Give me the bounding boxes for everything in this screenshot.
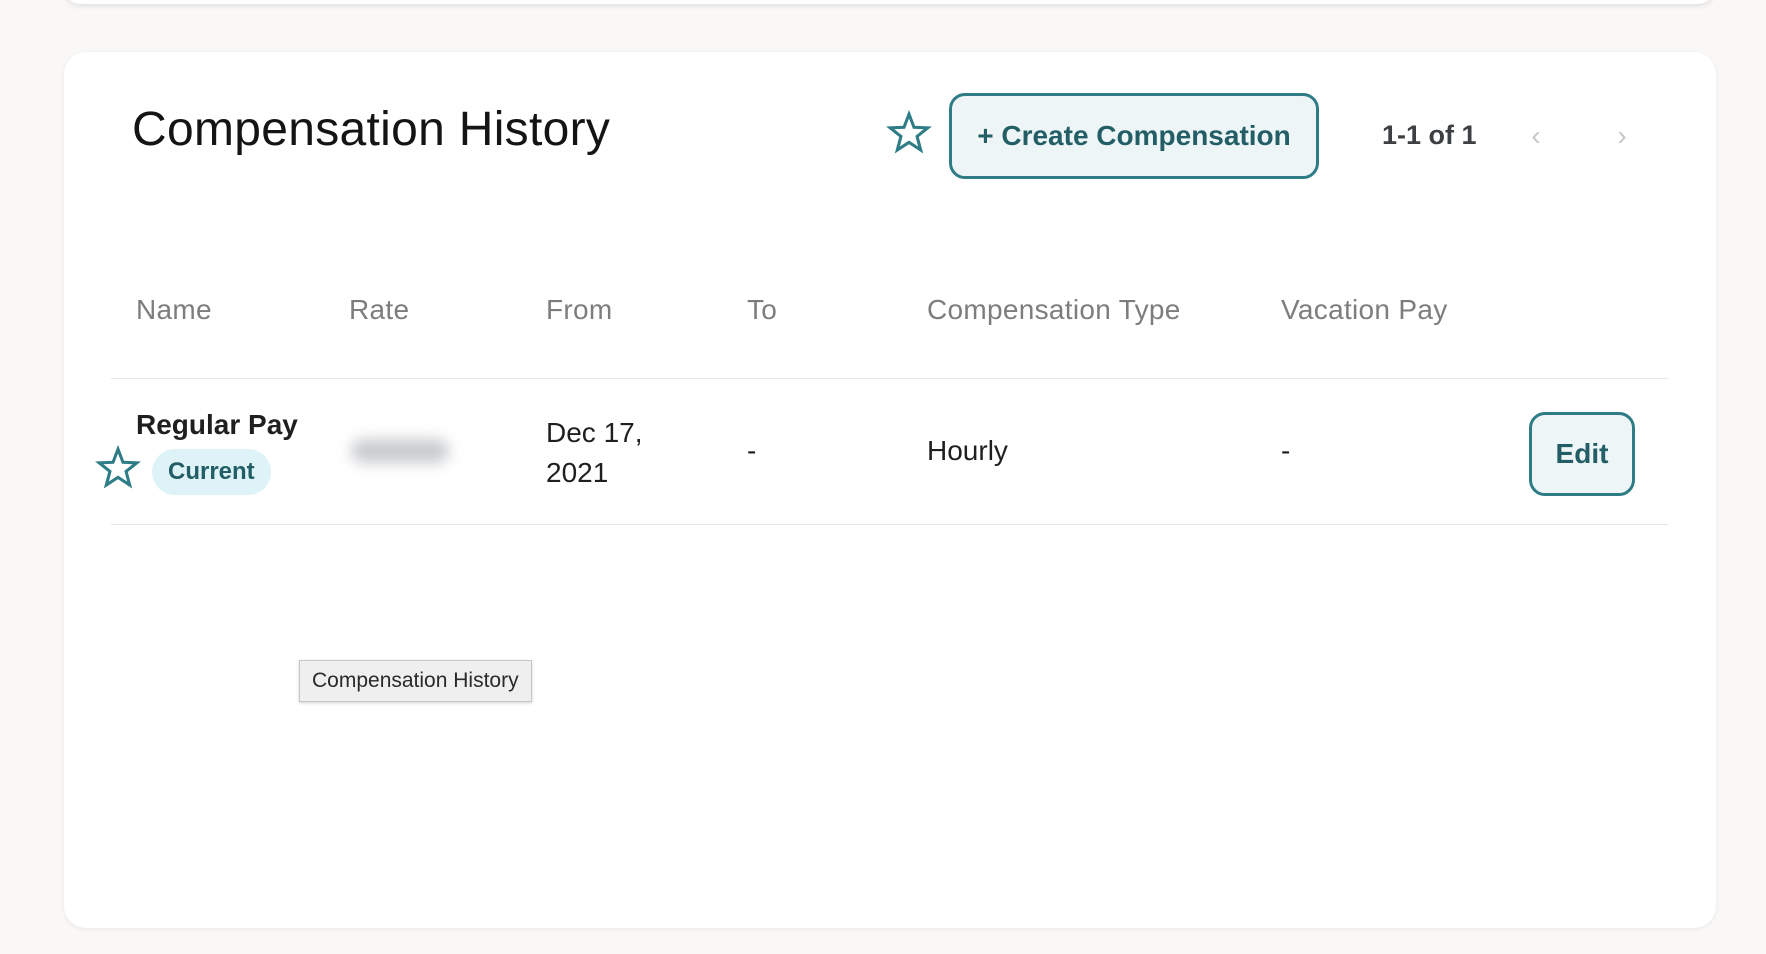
table-row: Regular Pay Current Dec 17, 2021 - Hourl… — [95, 379, 1668, 525]
column-header-from: From — [546, 294, 613, 325]
tooltip: Compensation History — [299, 660, 532, 702]
column-header-rate: Rate — [349, 294, 410, 325]
column-header-compensation-type: Compensation Type — [927, 294, 1181, 325]
column-header-name: Name — [136, 294, 212, 325]
column-header-to: To — [747, 294, 778, 325]
compensation-type: Hourly — [927, 435, 1008, 466]
current-status-badge: Current — [152, 449, 271, 495]
previous-card — [64, 0, 1714, 4]
chevron-left-icon[interactable]: ‹ — [1521, 118, 1551, 154]
create-compensation-button[interactable]: + Create Compensation — [949, 93, 1319, 179]
star-outline-icon — [886, 110, 932, 156]
compensation-history-card: Compensation History + Create Compensati… — [64, 52, 1716, 928]
compensation-name: Regular Pay — [136, 409, 298, 440]
from-date: Dec 17, 2021 — [546, 417, 643, 488]
table-header: Name Rate From To Compensation Type Vaca… — [111, 252, 1668, 379]
to-date: - — [747, 435, 757, 466]
vacation-pay: - — [1281, 435, 1291, 466]
pagination-range: 1-1 of 1 — [1382, 120, 1477, 150]
star-outline-icon — [95, 445, 141, 491]
chevron-right-icon[interactable]: › — [1607, 118, 1637, 154]
column-header-vacation-pay: Vacation Pay — [1281, 294, 1448, 325]
compensation-table: Name Rate From To Compensation Type Vaca… — [95, 252, 1668, 525]
rate-value-redacted — [351, 439, 449, 463]
edit-button[interactable]: Edit — [1529, 412, 1635, 496]
page-title: Compensation History — [132, 103, 611, 156]
